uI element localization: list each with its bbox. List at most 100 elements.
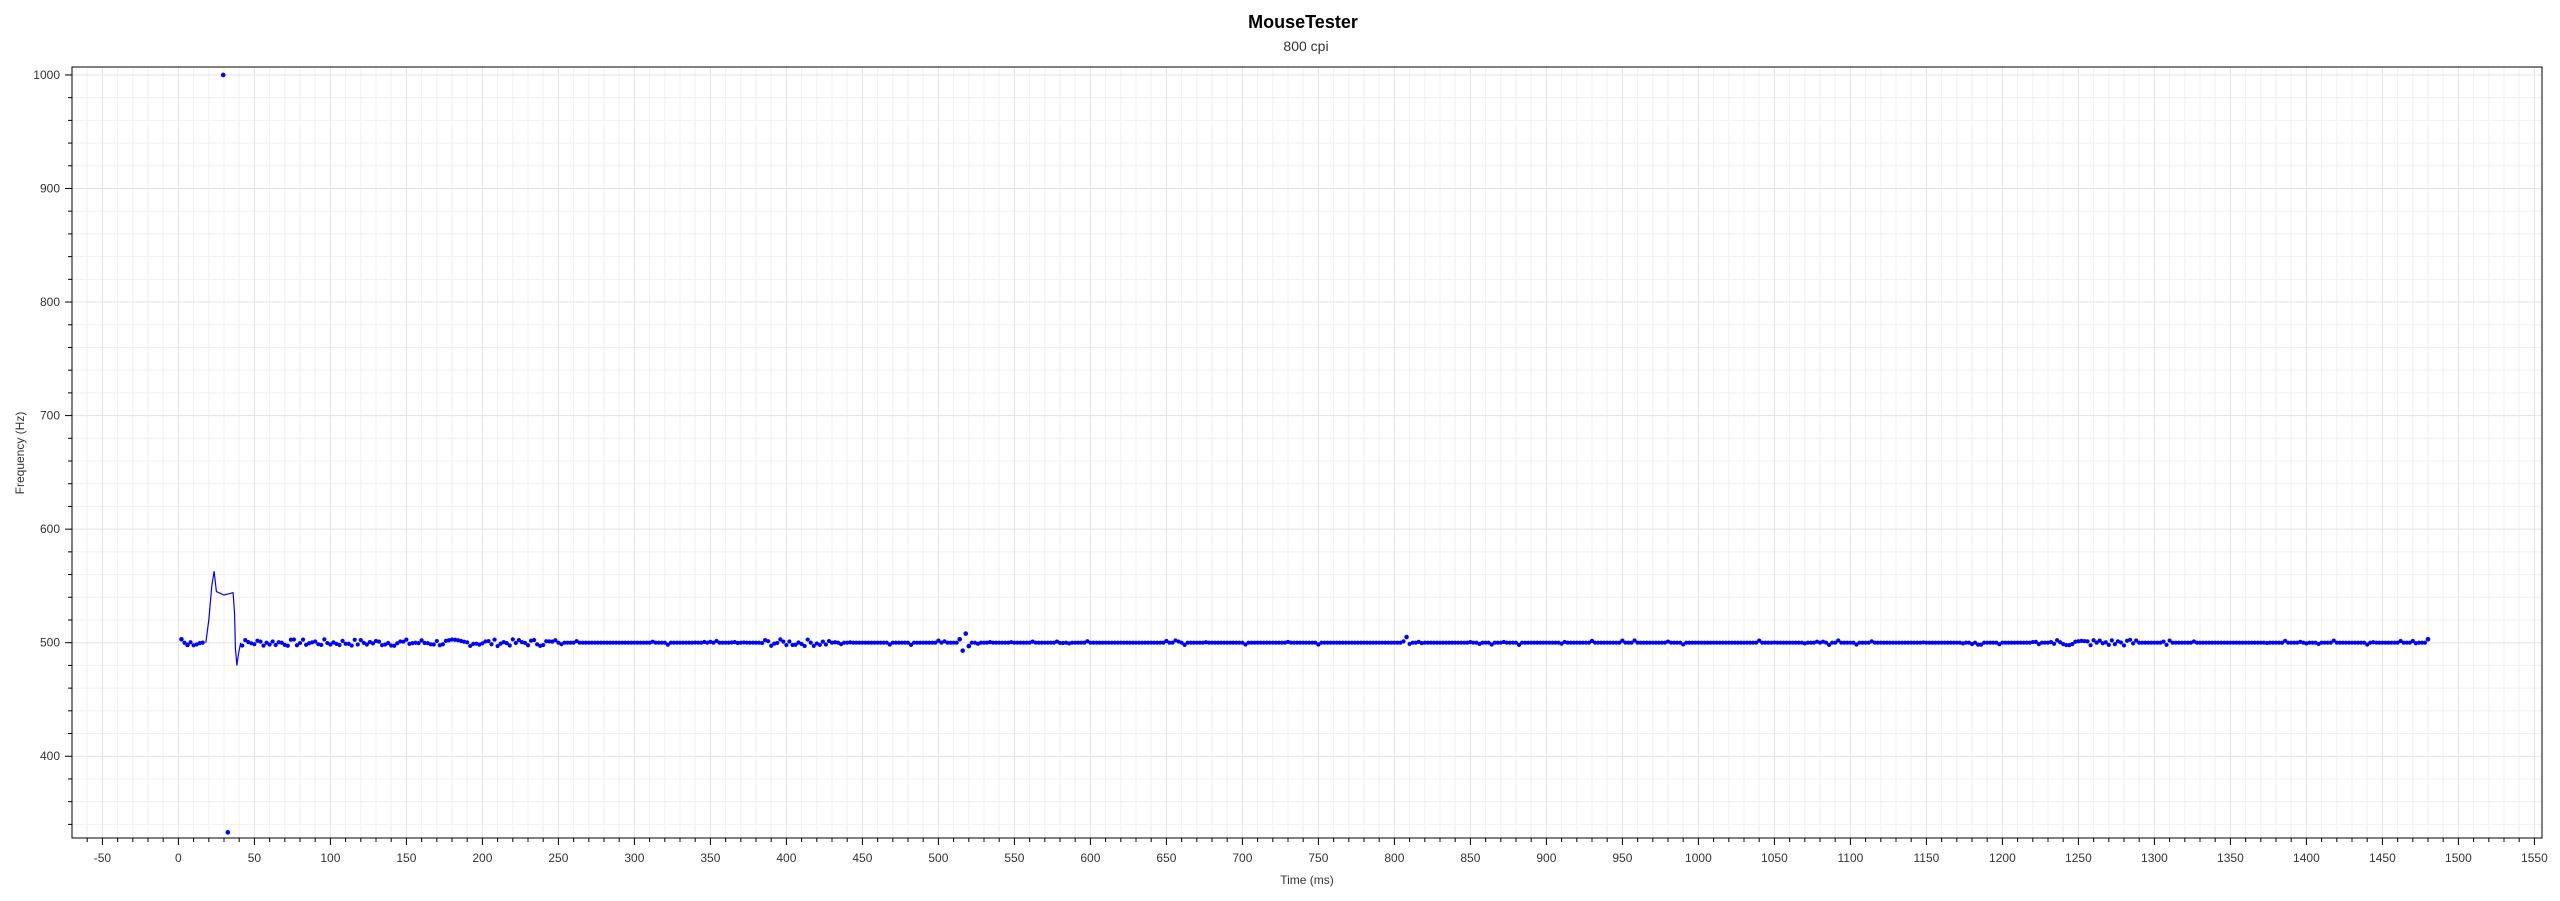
- data-point: [957, 636, 962, 642]
- chart-subtitle: 800 cpi: [1283, 38, 1328, 54]
- data-point: [820, 639, 825, 644]
- data-point: [200, 640, 205, 645]
- data-point: [1404, 634, 1409, 640]
- x-tick-label: 1000: [1685, 851, 1712, 865]
- data-point: [297, 640, 303, 646]
- data-point: [954, 640, 959, 645]
- data-point: [2085, 639, 2090, 644]
- data-point: [781, 639, 786, 644]
- data-point: [225, 830, 231, 835]
- data-point: [261, 643, 266, 648]
- data-point: [759, 640, 765, 646]
- data-point: [270, 639, 275, 644]
- data-point: [531, 637, 537, 643]
- data-point: [489, 642, 494, 647]
- series-line-path: [205, 571, 242, 666]
- data-point: [267, 642, 272, 647]
- data-point: [300, 637, 306, 642]
- y-tick-label: 800: [40, 295, 60, 309]
- series-points: [179, 72, 2431, 835]
- data-point: [817, 642, 822, 647]
- plot-area: [71, 66, 2543, 839]
- data-point: [179, 636, 184, 642]
- data-point: [404, 637, 409, 642]
- x-tick-label: 550: [1004, 851, 1024, 865]
- x-tick-label: 200: [472, 851, 492, 865]
- data-point: [2127, 637, 2133, 642]
- data-point: [787, 639, 792, 644]
- data-point: [285, 643, 290, 648]
- tick-labels: -50 0 50 100 150 200 250 300 350 400 450 500 550 600 6…: [33, 68, 2548, 865]
- x-tick-label: 650: [1156, 851, 1176, 865]
- data-point: [2106, 642, 2111, 647]
- x-tick-label: 350: [700, 851, 720, 865]
- data-point: [240, 643, 245, 648]
- data-point: [1401, 639, 1406, 644]
- x-tick-label: 150: [396, 851, 416, 865]
- chart: MouseTester 800 cpi -50 0 50 100 150 200 250 30…: [13, 12, 2548, 887]
- data-point: [2164, 642, 2169, 647]
- data-point: [355, 642, 360, 647]
- x-tick-label: 50: [248, 851, 262, 865]
- x-tick-label: 450: [852, 851, 872, 865]
- x-tick-label: 1550: [2521, 851, 2548, 865]
- y-tick-label: 900: [40, 181, 60, 195]
- y-tick-label: 400: [40, 749, 60, 763]
- y-tick-label: 600: [40, 522, 60, 536]
- x-tick-label: 400: [776, 851, 796, 865]
- data-point: [525, 643, 531, 648]
- data-point: [808, 640, 813, 645]
- data-point: [322, 637, 327, 642]
- data-point: [2425, 636, 2431, 642]
- x-tick-label: -50: [94, 851, 112, 865]
- data-point: [291, 637, 297, 642]
- x-axis-title: Time (ms): [1280, 873, 1334, 887]
- data-point: [376, 639, 382, 644]
- data-point: [507, 643, 512, 648]
- x-tick-label: 1450: [2369, 851, 2396, 865]
- chart-title: MouseTester: [1248, 12, 1358, 32]
- data-point: [766, 639, 771, 644]
- axis-ticks: [65, 74, 2535, 845]
- data-point: [802, 643, 807, 649]
- x-tick-label: 850: [1460, 851, 1480, 865]
- series-line: [205, 571, 242, 666]
- x-tick-label: 0: [175, 851, 182, 865]
- data-point: [960, 648, 966, 653]
- y-tick-label: 1000: [33, 68, 60, 82]
- data-point: [486, 638, 491, 644]
- data-point: [185, 642, 190, 648]
- x-tick-label: 950: [1612, 851, 1632, 865]
- data-point: [775, 640, 780, 646]
- data-point: [823, 642, 829, 647]
- x-tick-label: 100: [320, 851, 340, 865]
- data-point: [541, 642, 546, 648]
- x-tick-label: 800: [1384, 851, 1404, 865]
- data-point: [352, 637, 357, 642]
- data-point: [805, 637, 810, 642]
- x-tick-label: 1200: [1989, 851, 2016, 865]
- data-point: [319, 642, 324, 648]
- data-point: [2118, 640, 2124, 645]
- x-tick-label: 750: [1308, 851, 1328, 865]
- data-point: [963, 631, 969, 636]
- x-tick-label: 1150: [1913, 851, 1939, 865]
- y-axis-title: Frequency (Hz): [13, 412, 27, 495]
- x-tick-label: 1250: [2065, 851, 2092, 865]
- x-tick-label: 1050: [1761, 851, 1788, 865]
- x-tick-label: 900: [1536, 851, 1556, 865]
- x-tick-label: 1100: [1837, 851, 1863, 865]
- data-point: [2088, 643, 2093, 648]
- grid: [72, 67, 2542, 838]
- x-tick-label: 600: [1080, 851, 1100, 865]
- data-point: [2121, 643, 2127, 648]
- x-tick-label: 1400: [2293, 851, 2320, 865]
- data-point: [784, 642, 789, 648]
- x-tick-label: 300: [624, 851, 644, 865]
- x-tick-label: 700: [1232, 851, 1252, 865]
- data-point: [966, 643, 972, 649]
- data-point: [252, 642, 257, 647]
- data-point: [2161, 639, 2166, 644]
- data-point: [465, 640, 470, 645]
- data-point: [340, 638, 345, 643]
